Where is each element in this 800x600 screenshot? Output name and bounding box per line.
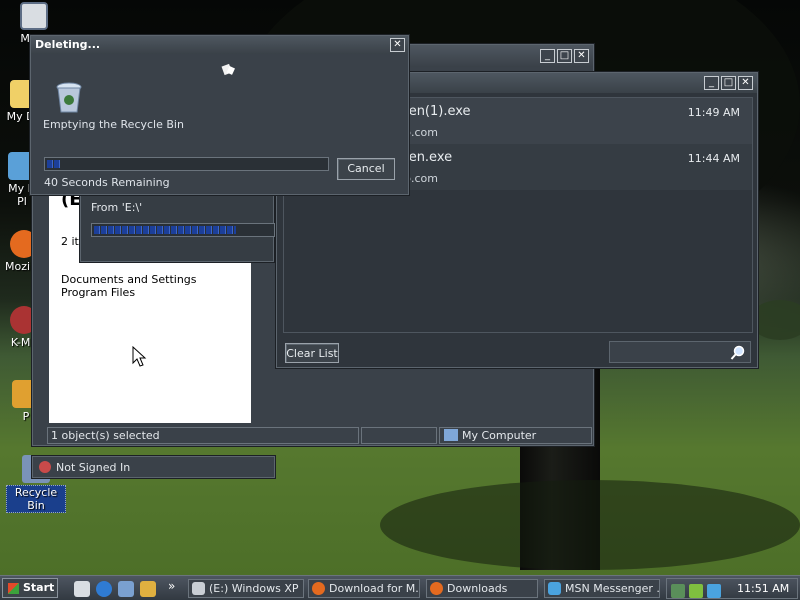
search-icon[interactable]	[730, 345, 746, 361]
dialog-title: Deleting...	[35, 38, 101, 51]
taskbar-item-firefox-download[interactable]: Download for M...	[308, 579, 420, 598]
status-blank	[361, 427, 437, 444]
time-remaining-text: 40 Seconds Remaining	[44, 176, 170, 189]
downloads-minimize-button[interactable]: _	[704, 76, 719, 90]
delete-progress-bar	[44, 157, 329, 171]
copy-from-text: From 'E:\'	[91, 201, 143, 214]
copy-progress-fill	[94, 226, 236, 234]
status-selected: 1 object(s) selected	[47, 427, 359, 444]
internet-explorer-icon[interactable]	[96, 581, 112, 597]
quicklaunch-overflow[interactable]: »	[168, 579, 175, 593]
mouse-cursor-icon	[132, 346, 147, 367]
msn-messenger-icon	[548, 582, 561, 595]
shield-tray-icon[interactable]	[689, 584, 703, 598]
ground-shadow	[380, 480, 800, 570]
drive-icon	[192, 582, 205, 595]
folder-item-documents[interactable]: Documents and Settings	[61, 273, 197, 286]
deleting-titlebar[interactable]: Deleting... ✕	[31, 36, 408, 54]
flying-paper-animation-icon	[221, 63, 235, 76]
copy-progress-window[interactable]: From 'E:\'	[80, 192, 275, 262]
firefox-icon	[430, 582, 443, 595]
msn-status-bar[interactable]: Not Signed In	[32, 456, 275, 478]
clock: 11:51 AM	[737, 582, 790, 595]
deleting-dialog[interactable]: Deleting... ✕ Emptying the Recycle Bin 4…	[30, 35, 409, 195]
taskbar-item-explorer[interactable]: (E:) Windows XP	[188, 579, 304, 598]
close-button[interactable]: ✕	[574, 49, 589, 63]
my-computer-icon	[444, 429, 458, 441]
firefox-icon	[312, 582, 325, 595]
folder-item-program-files[interactable]: Program Files	[61, 286, 135, 299]
copy-progress-bar	[91, 223, 275, 237]
taskbar-item-msn[interactable]: MSN Messenger ...	[544, 579, 660, 598]
start-button[interactable]: Start	[2, 578, 58, 598]
delete-progress-fill	[47, 160, 60, 168]
system-tray: 11:51 AM	[666, 578, 798, 599]
taskbar: Start » (E:) Windows XP Download for M..…	[0, 575, 800, 600]
downloads-search-field[interactable]	[609, 341, 751, 363]
outlook-icon[interactable]	[118, 581, 134, 597]
computer-icon	[20, 2, 48, 30]
clear-list-button[interactable]: Clear List	[285, 343, 339, 363]
status-location: My Computer	[439, 427, 592, 444]
recycle-bin-icon	[56, 82, 82, 113]
msn-user-icon	[39, 461, 51, 473]
network-tray-icon[interactable]	[671, 584, 685, 598]
taskbar-item-downloads[interactable]: Downloads	[426, 579, 538, 598]
dialog-message: Emptying the Recycle Bin	[43, 118, 184, 131]
search-quicklaunch-icon[interactable]	[140, 581, 156, 597]
show-desktop-icon[interactable]	[74, 581, 90, 597]
dialog-close-button[interactable]: ✕	[390, 38, 405, 52]
maximize-button[interactable]: □	[557, 49, 572, 63]
downloads-maximize-button[interactable]: □	[721, 76, 736, 90]
minimize-button[interactable]: _	[540, 49, 555, 63]
cancel-button[interactable]: Cancel	[337, 158, 395, 180]
msn-tray-icon[interactable]	[707, 584, 721, 598]
windows-flag-icon	[8, 583, 19, 594]
downloads-close-button[interactable]: ✕	[738, 76, 753, 90]
